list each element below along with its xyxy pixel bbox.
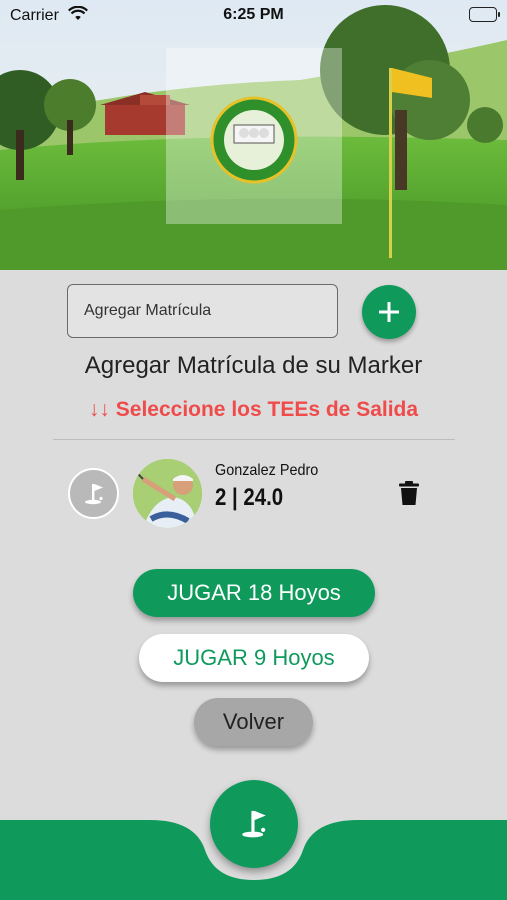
golf-flag-icon bbox=[242, 810, 266, 838]
status-bar: Carrier 6:25 PM bbox=[0, 0, 507, 32]
tee-select-button[interactable] bbox=[68, 468, 119, 519]
plus-icon bbox=[379, 302, 399, 322]
player-stats: 2 | 24.0 bbox=[215, 484, 284, 511]
home-button[interactable] bbox=[210, 780, 298, 868]
player-name: Gonzalez Pedro bbox=[215, 462, 319, 479]
hero-image: Carrier 6:25 PM bbox=[0, 0, 507, 270]
tee-warning-text: ↓↓ Seleccione los TEEs de Salida bbox=[88, 398, 419, 421]
marker-license-field[interactable] bbox=[67, 284, 338, 338]
player-avatar bbox=[133, 459, 202, 528]
play-18-holes-button[interactable]: JUGAR 18 Hoyos bbox=[133, 569, 375, 617]
trash-icon[interactable] bbox=[398, 480, 420, 506]
clock: 6:25 PM bbox=[223, 6, 284, 23]
back-button[interactable]: Volver bbox=[194, 698, 313, 746]
marker-license-input[interactable] bbox=[84, 302, 321, 320]
play-9-holes-button[interactable]: JUGAR 9 Hoyos bbox=[139, 634, 369, 682]
battery-icon bbox=[469, 7, 500, 22]
marker-section-title: Agregar Matrícula de su Marker bbox=[84, 352, 423, 379]
golf-flag-icon bbox=[84, 483, 103, 504]
add-marker-button[interactable] bbox=[362, 285, 416, 339]
divider bbox=[53, 439, 455, 440]
